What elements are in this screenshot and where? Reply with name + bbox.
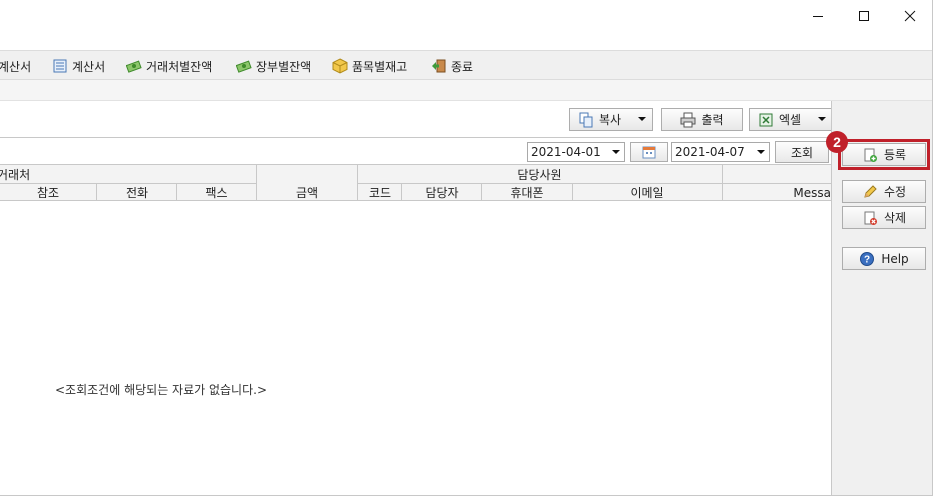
maximize-icon	[859, 11, 869, 21]
calendar-icon	[642, 146, 656, 159]
date-to-picker[interactable]: 2021-04-07	[671, 142, 770, 162]
print-button[interactable]: 출력	[661, 108, 743, 131]
minimize-icon	[813, 16, 823, 17]
toolbar-divider	[0, 137, 831, 138]
date-from-value: 2021-04-01	[531, 145, 601, 159]
delete-button[interactable]: 삭제	[842, 206, 926, 229]
column-header-email[interactable]: 이메일	[572, 184, 722, 201]
register-button[interactable]: 등록	[838, 139, 930, 170]
minimize-button[interactable]	[795, 0, 841, 32]
excel-button[interactable]: 엑셀	[749, 108, 833, 131]
menu-item-label: 장부별잔액	[256, 59, 312, 74]
maximize-button[interactable]	[841, 0, 887, 32]
title-bar	[0, 0, 933, 50]
column-divider	[256, 165, 257, 201]
menu-toolbar: 계산서 계산서 거래처별잔액 장부별잔액 품목별재고 종료	[0, 50, 933, 80]
grid-header: 거래처 담당사원 참조 전화 팩스 금액 코드 담당자 휴대폰 이메일 Mess…	[0, 164, 831, 201]
dropdown-arrow-icon	[756, 149, 765, 154]
excel-label: 엑셀	[779, 113, 802, 127]
column-divider	[357, 165, 358, 201]
menu-item-label: 계산서	[0, 59, 32, 74]
calendar-button[interactable]	[630, 142, 668, 162]
status-strip	[0, 80, 933, 101]
dropdown-arrow-icon	[611, 149, 620, 154]
exit-icon	[432, 59, 446, 73]
new-document-icon	[864, 148, 877, 162]
search-button[interactable]: 조회	[775, 141, 829, 163]
register-label: 등록	[883, 148, 907, 162]
svg-text:?: ?	[864, 254, 870, 265]
column-divider	[176, 184, 177, 201]
menu-item-label: 거래처별잔액	[146, 59, 213, 74]
date-to-dropdown[interactable]	[753, 144, 768, 160]
help-button[interactable]: ? Help	[842, 247, 926, 270]
empty-result-message: <조회조건에 해당되는 자료가 없습니다.>	[55, 383, 268, 397]
column-header-fax[interactable]: 팩스	[177, 184, 256, 201]
close-icon	[904, 10, 916, 22]
printer-icon	[680, 112, 696, 127]
date-from-dropdown[interactable]	[608, 144, 623, 160]
column-divider	[481, 184, 482, 201]
print-label: 출력	[701, 113, 724, 127]
group-header-customer: 거래처	[0, 167, 31, 182]
date-to-value: 2021-04-07	[675, 145, 745, 159]
excel-dropdown[interactable]	[812, 109, 832, 130]
copy-button[interactable]: 복사	[569, 108, 653, 131]
menu-item-label: 종료	[451, 59, 474, 74]
copy-label: 복사	[599, 113, 622, 127]
column-divider	[96, 184, 97, 201]
menu-item-invoice[interactable]: 계산서	[0, 56, 31, 76]
date-from-picker[interactable]: 2021-04-01	[527, 142, 625, 162]
box-icon	[332, 58, 348, 74]
edit-button[interactable]: 수정	[842, 180, 926, 203]
copy-icon	[579, 112, 593, 127]
menu-item-invoice-list[interactable]: 계산서	[52, 56, 105, 76]
menu-item-item-stock[interactable]: 품목별재고	[332, 56, 407, 76]
dropdown-arrow-icon	[638, 117, 646, 121]
column-header-amount[interactable]: 금액	[257, 184, 357, 201]
menu-item-customer-balance[interactable]: 거래처별잔액	[126, 56, 212, 76]
pencil-icon	[864, 184, 877, 198]
menu-item-exit[interactable]: 종료	[431, 56, 473, 76]
search-label: 조회	[790, 145, 814, 160]
column-header-code[interactable]: 코드	[358, 184, 402, 201]
close-window-button[interactable]	[887, 0, 933, 32]
delete-document-icon	[864, 211, 877, 225]
column-header-reference[interactable]: 참조	[0, 184, 96, 201]
action-side-panel: 등록 수정 삭제 ? Help	[831, 101, 932, 496]
money-icon	[236, 60, 252, 73]
step-badge: 2	[826, 131, 848, 153]
column-header-mobile[interactable]: 휴대폰	[482, 184, 572, 201]
column-header-message[interactable]: Messa	[723, 184, 831, 201]
menu-item-label: 계산서	[72, 59, 106, 74]
column-divider	[572, 184, 573, 201]
delete-label: 삭제	[883, 211, 907, 225]
help-label: Help	[881, 251, 909, 266]
result-grid[interactable]: 거래처 담당사원 참조 전화 팩스 금액 코드 담당자 휴대폰 이메일 Mess…	[0, 164, 831, 496]
column-header-manager[interactable]: 담당자	[402, 184, 482, 201]
excel-icon	[759, 113, 773, 126]
column-divider	[401, 184, 402, 201]
money-icon	[126, 60, 142, 73]
column-divider	[722, 165, 723, 201]
group-header-staff: 담당사원	[517, 167, 562, 182]
dropdown-arrow-icon	[818, 117, 826, 121]
column-header-phone[interactable]: 전화	[97, 184, 177, 201]
help-icon: ?	[860, 251, 875, 266]
menu-item-ledger-balance[interactable]: 장부별잔액	[236, 56, 311, 76]
invoice-list-icon	[53, 59, 67, 73]
menu-item-label: 품목별재고	[352, 59, 408, 74]
copy-dropdown[interactable]	[632, 109, 652, 130]
edit-label: 수정	[883, 185, 907, 199]
